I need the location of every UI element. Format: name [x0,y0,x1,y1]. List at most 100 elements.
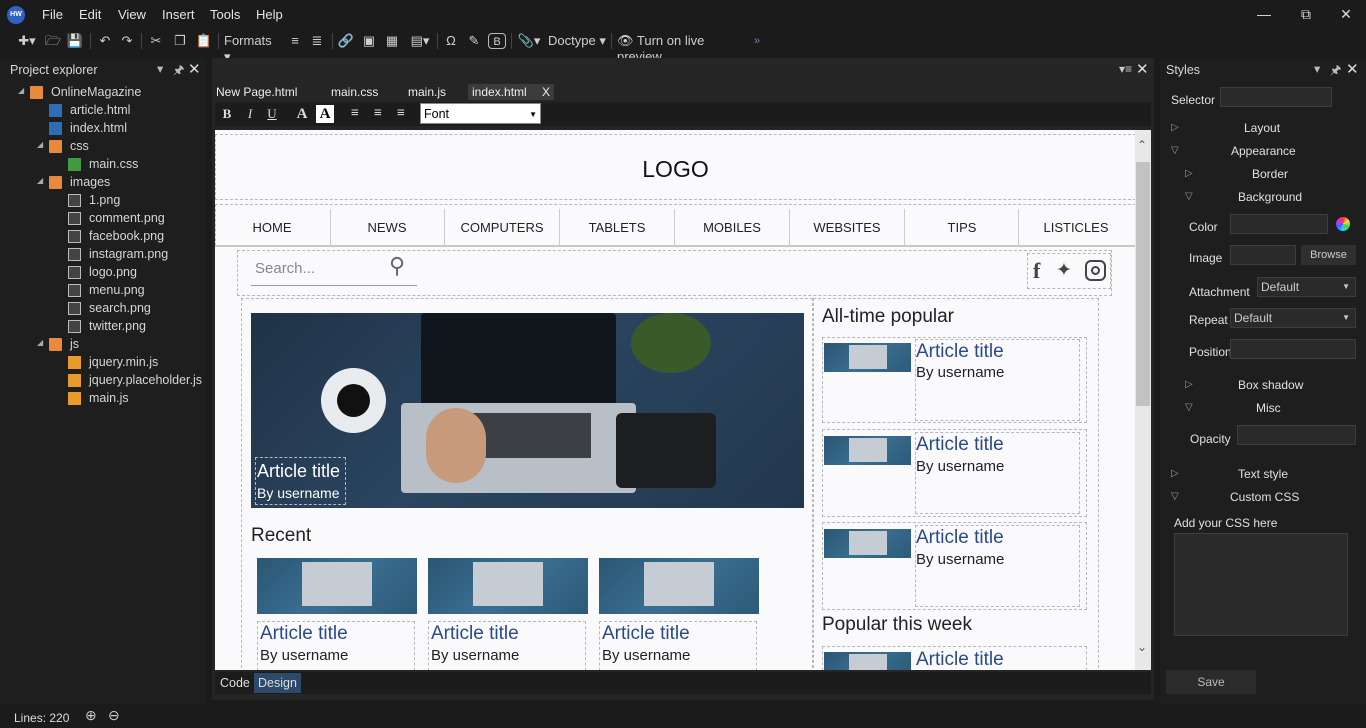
canvas-scrollbar[interactable]: ⌃ ⌄ [1135,130,1151,670]
nav-tips[interactable]: TIPS [905,220,1019,235]
collapse-icon[interactable]: ▽ [1185,402,1193,413]
bold-block-icon[interactable]: B [488,33,506,49]
expand-icon[interactable]: ▷ [1185,168,1193,179]
tree-folder[interactable]: js [70,337,79,351]
layout-icon[interactable]: ▤▾ [406,33,434,49]
nav-listicles[interactable]: LISTICLES [1019,220,1133,235]
expand-icon[interactable]: ▷ [1185,379,1193,390]
custom-css-section[interactable]: Custom CSS [1230,490,1299,504]
close-window-button[interactable]: ✕ [1338,7,1354,21]
misc-section[interactable]: Misc [1256,401,1281,415]
recent-title-1[interactable]: Article title [260,623,348,645]
recent-title-3[interactable]: Article title [602,623,690,645]
week-thumb-1[interactable] [824,652,911,672]
zoom-out-icon[interactable]: ⊖ [108,707,120,724]
layout-section[interactable]: Layout [1244,121,1280,135]
align-center-button[interactable]: ≡ [369,105,387,123]
menu-view[interactable]: View [118,7,146,22]
browse-button[interactable]: Browse [1301,245,1356,265]
tree-file[interactable]: main.js [89,391,129,405]
panel-menu-icon[interactable]: ▾ [1314,61,1320,81]
tree-folder[interactable]: css [70,139,89,153]
recent-title-2[interactable]: Article title [431,623,519,645]
menu-edit[interactable]: Edit [79,7,101,22]
align-right-button[interactable]: ≡ [392,105,410,123]
menu-insert[interactable]: Insert [162,7,195,22]
collapse-icon[interactable]: ▽ [1171,145,1179,156]
expand-icon[interactable]: ▷ [1171,468,1179,479]
popular-title-2[interactable]: Article title [916,434,1004,456]
design-mode-tab[interactable]: Design [254,673,301,693]
image-input[interactable] [1230,245,1296,265]
opacity-input[interactable] [1237,425,1356,445]
collapse-icon[interactable]: ◢ [18,86,24,95]
collapse-icon[interactable]: ▽ [1185,191,1193,202]
selector-input[interactable] [1220,87,1332,107]
special-char-icon[interactable]: Ω [442,33,460,49]
tree-file[interactable]: 1.png [89,193,120,207]
highlight-button[interactable]: A [316,105,334,123]
hero-title[interactable]: Article title [257,461,340,482]
nav-home[interactable]: HOME [215,220,329,235]
popular-thumb-3[interactable] [824,529,911,558]
numbered-list-icon[interactable]: ≣ [308,33,326,49]
color-picker-icon[interactable]: ✎ [465,33,483,49]
collapse-icon[interactable]: ◢ [37,176,43,185]
editor-close-icon[interactable]: ✕ [1136,60,1149,78]
menu-file[interactable]: File [42,7,63,22]
recent-thumb-2[interactable] [428,558,588,614]
scroll-thumb[interactable] [1136,162,1150,406]
box-shadow-section[interactable]: Box shadow [1238,378,1303,392]
menu-tools[interactable]: Tools [210,7,240,22]
formats-dropdown[interactable]: Formats ▾ [224,33,280,64]
nav-computers[interactable]: COMPUTERS [445,220,559,235]
copy-icon[interactable]: ❐ [171,33,189,49]
minimize-button[interactable]: — [1256,7,1272,21]
underline-button[interactable]: U [263,105,281,123]
popular-title-1[interactable]: Article title [916,341,1004,363]
close-panel-icon[interactable]: ✕ [1346,60,1359,80]
redo-icon[interactable]: ↷ [118,33,136,49]
pin-icon[interactable]: 🖈 [1330,61,1342,81]
recent-thumb-1[interactable] [257,558,417,614]
repeat-select[interactable]: Default ▼ [1230,308,1356,328]
text-color-button[interactable]: A [293,105,311,123]
more-icon[interactable]: » [750,33,764,49]
instagram-icon[interactable] [1085,260,1106,281]
tab-close-icon[interactable]: X [542,84,550,100]
facebook-icon[interactable]: f [1033,258,1040,284]
popular-thumb-2[interactable] [824,436,911,465]
color-input[interactable] [1230,214,1328,234]
attachment-select[interactable]: Default ▼ [1257,277,1356,297]
tab-index-html[interactable]: index.html X [468,84,554,100]
tree-file[interactable]: index.html [70,121,127,135]
tree-file[interactable]: jquery.placeholder.js [89,373,202,387]
search-input[interactable]: Search... [255,260,315,277]
nav-websites[interactable]: WEBSITES [790,220,904,235]
cut-icon[interactable]: ✂ [147,33,165,49]
tree-file[interactable]: search.png [89,301,151,315]
custom-css-textarea[interactable] [1174,533,1348,636]
tree-file[interactable]: article.html [70,103,130,117]
position-input[interactable] [1230,339,1356,359]
tree-file[interactable]: comment.png [89,211,165,225]
nav-news[interactable]: NEWS [330,220,444,235]
background-section[interactable]: Background [1238,190,1302,204]
panel-menu-icon[interactable]: ▾ [157,61,163,81]
menu-help[interactable]: Help [256,7,283,22]
bold-button[interactable]: B [218,105,236,123]
tree-file[interactable]: menu.png [89,283,145,297]
save-icon[interactable]: 💾 [66,33,84,49]
tree-file[interactable]: twitter.png [89,319,146,333]
tree-file[interactable]: instagram.png [89,247,168,261]
tree-file[interactable]: facebook.png [89,229,164,243]
undo-icon[interactable]: ↶ [96,33,114,49]
italic-button[interactable]: I [241,105,259,123]
tree-root[interactable]: OnlineMagazine [51,85,141,99]
doctype-dropdown[interactable]: Doctype ▾ [548,33,606,49]
search-icon[interactable]: ⚲ [389,253,405,279]
editor-menu-icon[interactable]: ▾≡ [1119,62,1132,76]
attachment-icon[interactable]: 📎▾ [516,33,542,49]
zoom-in-icon[interactable]: ⊕ [85,707,97,724]
twitter-icon[interactable]: ✦ [1056,259,1072,282]
